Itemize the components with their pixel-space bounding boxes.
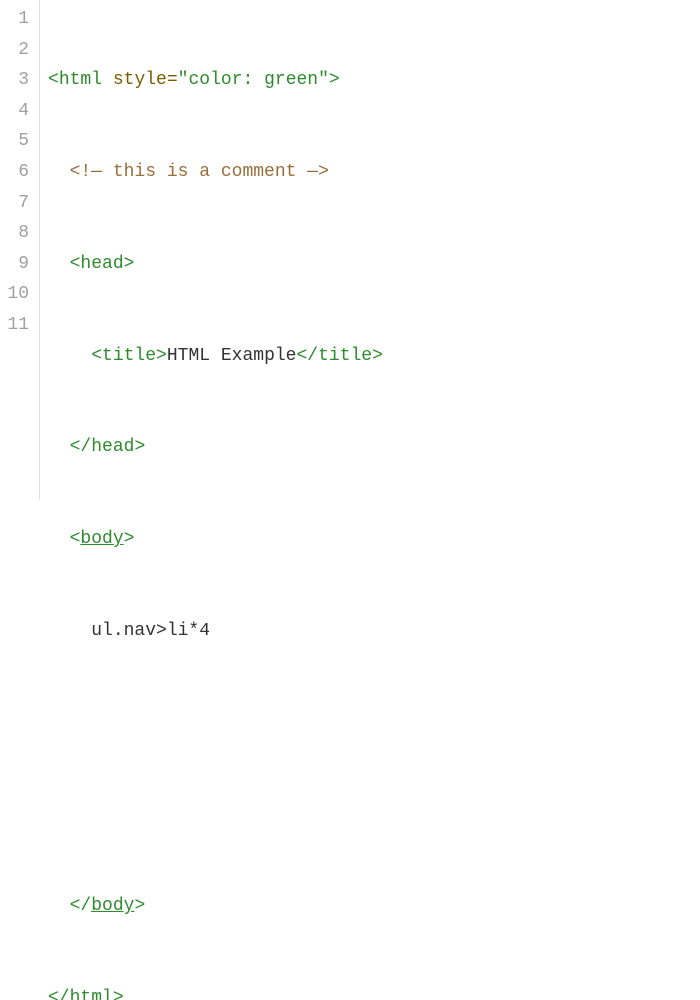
angle-bracket: > — [372, 346, 383, 366]
line-number: 11 — [6, 310, 29, 341]
comment-open: <!— — [70, 162, 102, 182]
angle-bracket: > — [329, 70, 340, 90]
code-line[interactable]: <!— this is a comment —> — [48, 157, 700, 188]
indent — [48, 254, 70, 274]
comment-text: this is a comment — [113, 162, 297, 182]
line-number-gutter: 1 2 3 4 5 6 7 8 9 10 11 — [0, 0, 40, 500]
angle-bracket: </ — [296, 346, 318, 366]
line-number: 5 — [6, 126, 29, 157]
emmet-expression: ul.nav>li*4 — [91, 621, 210, 641]
space — [296, 162, 307, 182]
code-line[interactable]: <html style="color: green"> — [48, 65, 700, 96]
line-number: 6 — [6, 157, 29, 188]
line-number: 9 — [6, 249, 29, 280]
indent — [48, 621, 91, 641]
angle-bracket: > — [134, 896, 145, 916]
angle-bracket: < — [70, 254, 81, 274]
code-line[interactable] — [48, 799, 700, 830]
tag-name: head — [80, 254, 123, 274]
tag-name: html — [70, 988, 113, 1000]
comment-close: —> — [307, 162, 329, 182]
indent — [48, 162, 70, 182]
line-number: 7 — [6, 188, 29, 219]
angle-bracket: > — [124, 529, 135, 549]
line-number: 3 — [6, 65, 29, 96]
tag-name: title — [102, 346, 156, 366]
line-number: 2 — [6, 35, 29, 66]
quote: " — [318, 70, 329, 90]
code-line[interactable]: ul.nav>li*4 — [48, 616, 700, 647]
angle-bracket: > — [156, 346, 167, 366]
line-number: 10 — [6, 279, 29, 310]
code-line[interactable] — [48, 708, 700, 739]
tag-name: body — [80, 529, 123, 549]
code-line[interactable]: </head> — [48, 432, 700, 463]
space — [102, 70, 113, 90]
angle-bracket: > — [124, 254, 135, 274]
angle-bracket: < — [70, 529, 81, 549]
indent — [48, 529, 70, 549]
tag-name: head — [91, 437, 134, 457]
angle-bracket: < — [48, 70, 59, 90]
angle-bracket: </ — [70, 437, 92, 457]
indent — [48, 896, 70, 916]
code-line[interactable]: <head> — [48, 249, 700, 280]
indent — [48, 437, 70, 457]
code-line[interactable]: </body> — [48, 891, 700, 922]
space — [102, 162, 113, 182]
indent — [48, 346, 91, 366]
text-content: HTML Example — [167, 346, 297, 366]
line-number: 1 — [6, 4, 29, 35]
line-number: 8 — [6, 218, 29, 249]
attr-value: color: green — [188, 70, 318, 90]
code-line[interactable]: </html> — [48, 983, 700, 1000]
equals-sign: = — [167, 70, 178, 90]
attr-name: style — [113, 70, 167, 90]
tag-name: body — [91, 896, 134, 916]
angle-bracket: > — [113, 988, 124, 1000]
code-line[interactable]: <title>HTML Example</title> — [48, 341, 700, 372]
tag-name: html — [59, 70, 102, 90]
angle-bracket: </ — [70, 896, 92, 916]
quote: " — [178, 70, 189, 90]
angle-bracket: > — [134, 437, 145, 457]
tag-name: title — [318, 346, 372, 366]
code-editor-area[interactable]: <html style="color: green"> <!— this is … — [40, 0, 700, 500]
code-line[interactable]: <body> — [48, 524, 700, 555]
line-number: 4 — [6, 96, 29, 127]
angle-bracket: </ — [48, 988, 70, 1000]
angle-bracket: < — [91, 346, 102, 366]
